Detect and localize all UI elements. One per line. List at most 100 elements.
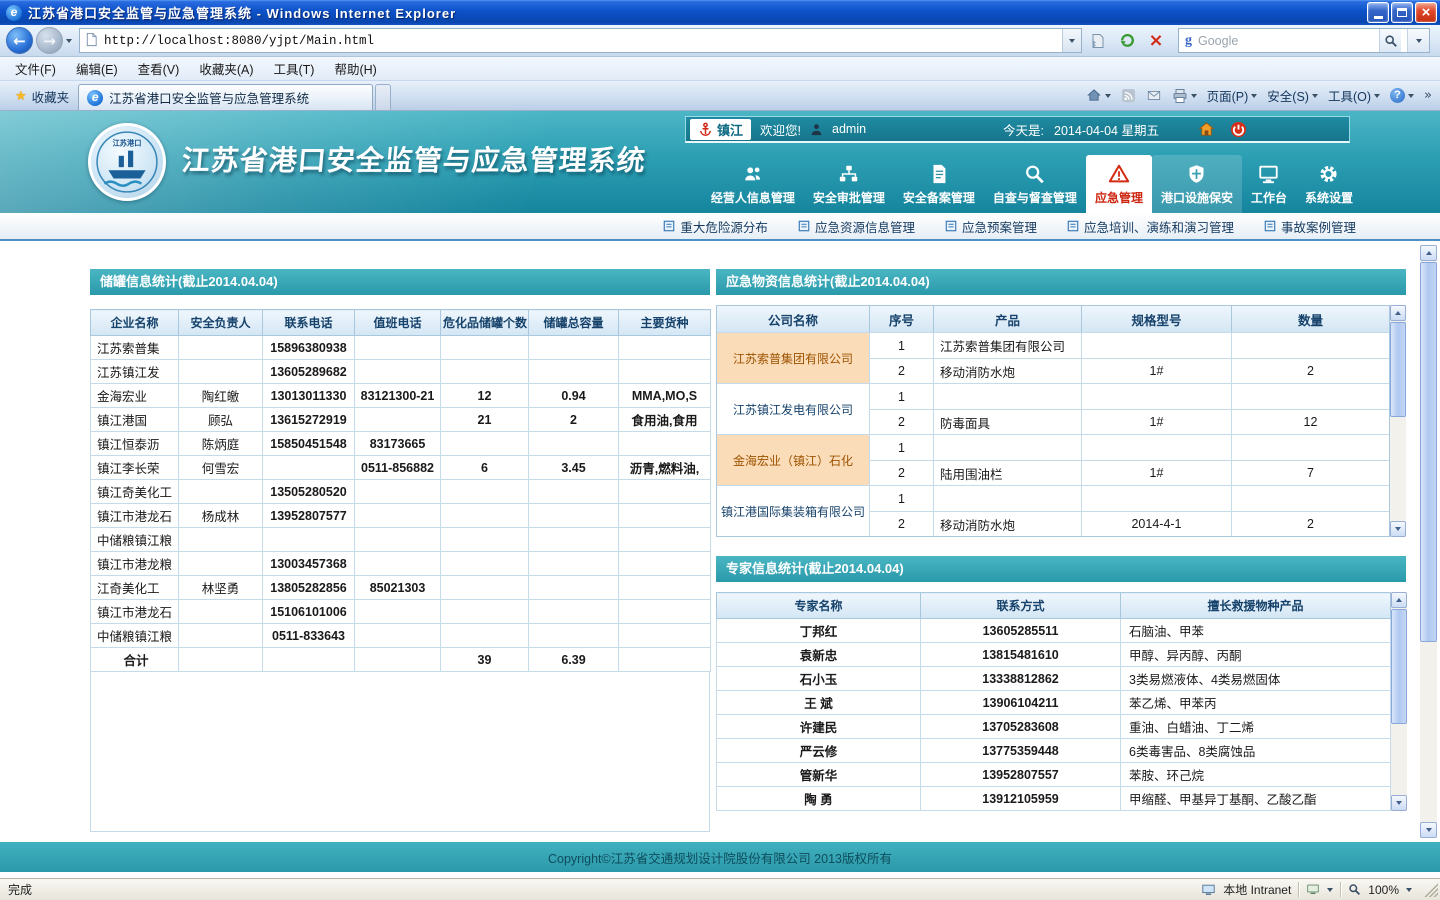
- home-icon[interactable]: [1198, 121, 1215, 138]
- cell-safety-officer: [179, 480, 263, 504]
- toolbar-overflow-button[interactable]: »: [1424, 88, 1432, 103]
- supplies-scrollbar[interactable]: [1390, 305, 1406, 537]
- cell-tank-count: [441, 528, 529, 552]
- close-button[interactable]: ×: [1415, 2, 1437, 23]
- cell-safety-officer: [179, 552, 263, 576]
- tab-active[interactable]: e 江苏省港口安全监管与应急管理系统: [78, 84, 373, 110]
- subnav-item[interactable]: 应急资源信息管理: [798, 217, 915, 236]
- favorites-button[interactable]: ★ 收藏夹: [6, 84, 78, 108]
- search-box[interactable]: g Google: [1178, 28, 1430, 53]
- feeds-button[interactable]: [1121, 88, 1136, 103]
- google-icon: g: [1185, 33, 1192, 49]
- cell-specialty: 3类易燃液体、4类易燃固体: [1121, 667, 1391, 691]
- scroll-down-arrow[interactable]: [1420, 822, 1437, 838]
- read-mail-button[interactable]: [1146, 89, 1162, 102]
- nav-item-operator-info[interactable]: 经营人信息管理: [702, 155, 804, 213]
- print-button[interactable]: [1172, 88, 1197, 104]
- nav-item-safety-record[interactable]: 安全备案管理: [894, 155, 984, 213]
- recent-pages-caret[interactable]: [66, 39, 72, 43]
- search-button[interactable]: [1379, 29, 1401, 52]
- table-row: 1: [869, 486, 1389, 511]
- cell-product: [933, 435, 1081, 460]
- page-header: 江苏港口 江苏省港口安全监管与应急管理系统 镇江 欢迎您! admin 今天是:…: [0, 111, 1440, 213]
- forward-button[interactable]: →: [36, 27, 63, 54]
- resize-grip[interactable]: [1423, 882, 1438, 897]
- experts-scrollbar[interactable]: [1391, 592, 1407, 811]
- menu-item[interactable]: 工具(T): [264, 56, 323, 81]
- scroll-up-arrow[interactable]: [1420, 245, 1437, 261]
- table-row: 中储粮镇江粮: [91, 528, 711, 552]
- user-bar: 镇江 欢迎您! admin 今天是: 2014-04-04 星期五: [685, 116, 1350, 143]
- cell-safety-officer: [179, 360, 263, 384]
- subnav-item[interactable]: 事故案例管理: [1264, 217, 1356, 236]
- maximize-button[interactable]: [1391, 2, 1413, 23]
- menu-item[interactable]: 文件(F): [6, 56, 65, 81]
- subnav-item[interactable]: 重大危险源分布: [663, 217, 768, 236]
- cell-company: 江苏索普集团有限公司: [717, 333, 869, 383]
- column-header: 公司名称: [717, 306, 869, 332]
- cell-contact: 13912105959: [921, 787, 1121, 811]
- menu-item[interactable]: 查看(V): [129, 56, 189, 81]
- table-row: 陶 勇 13912105959 甲缩醛、甲基异丁基酮、乙酸乙酯: [717, 787, 1391, 811]
- menu-item[interactable]: 帮助(H): [325, 56, 385, 81]
- home-button[interactable]: [1086, 88, 1111, 103]
- tab-bar: ★ 收藏夹 e 江苏省港口安全监管与应急管理系统 页面(P): [0, 81, 1440, 111]
- date-group: 今天是: 2014-04-04 星期五: [1003, 120, 1159, 139]
- cell-main-cargo: [619, 360, 711, 384]
- table-row: 2 防毒面具 1# 12: [869, 409, 1389, 434]
- page-scrollbar[interactable]: [1420, 245, 1437, 838]
- tools-menu-button[interactable]: 工具(O): [1328, 86, 1380, 105]
- cell-company: 镇江李长荣: [91, 456, 179, 480]
- new-tab-button[interactable]: [375, 84, 391, 110]
- compatibility-view-button[interactable]: [1085, 28, 1111, 54]
- menu-item[interactable]: 收藏夹(A): [190, 56, 262, 81]
- help-button[interactable]: ?: [1390, 88, 1414, 103]
- chevron-down-icon[interactable]: [1327, 888, 1333, 892]
- nav-item-safety-approval[interactable]: 安全审批管理: [804, 155, 894, 213]
- scroll-up-arrow[interactable]: [1390, 305, 1406, 321]
- mail-icon: [1146, 89, 1162, 102]
- page-menu-button[interactable]: 页面(P): [1207, 86, 1258, 105]
- scroll-track[interactable]: [1391, 608, 1407, 795]
- url-dropdown-button[interactable]: [1062, 29, 1081, 52]
- logout-power-icon[interactable]: [1230, 121, 1247, 138]
- subnav-item[interactable]: 应急预案管理: [945, 217, 1037, 236]
- search-dropdown-button[interactable]: [1407, 29, 1429, 52]
- back-button[interactable]: ←: [6, 27, 33, 54]
- zoom-magnifier-icon[interactable]: [1348, 883, 1361, 896]
- subnav-item-label: 应急培训、演练和演习管理: [1084, 217, 1234, 236]
- scroll-thumb[interactable]: [1391, 609, 1407, 724]
- nav-item-emergency[interactable]: 应急管理: [1086, 155, 1152, 213]
- cell-phone: 15896380938: [263, 336, 355, 360]
- column-header: 企业名称: [91, 310, 179, 336]
- scroll-down-arrow[interactable]: [1391, 795, 1407, 811]
- chevron-down-icon[interactable]: [1406, 888, 1412, 892]
- view-mode-icon[interactable]: [1306, 883, 1320, 896]
- url-field[interactable]: http://localhost:8080/yjpt/Main.html: [79, 28, 1082, 53]
- cell-company: 金海宏业（镇江）石化: [717, 435, 869, 485]
- column-header: 主要货种: [619, 310, 711, 336]
- minimize-button[interactable]: [1367, 2, 1389, 23]
- cell-phone: 15106101006: [263, 600, 355, 624]
- subnav-item[interactable]: 应急培训、演练和演习管理: [1067, 217, 1234, 236]
- scroll-down-arrow[interactable]: [1390, 521, 1406, 537]
- refresh-button[interactable]: [1114, 28, 1140, 54]
- cell-main-cargo: [619, 504, 711, 528]
- cell-main-cargo: [619, 600, 711, 624]
- scroll-track[interactable]: [1420, 261, 1437, 822]
- menu-item[interactable]: 编辑(E): [67, 56, 127, 81]
- search-input[interactable]: Google: [1198, 34, 1373, 48]
- city-selector[interactable]: 镇江: [690, 119, 751, 140]
- stop-button[interactable]: ×: [1143, 28, 1169, 54]
- cell-expert-name: 袁新忠: [717, 643, 921, 667]
- nav-item-settings[interactable]: 系统设置: [1296, 155, 1362, 213]
- scroll-up-arrow[interactable]: [1391, 592, 1407, 608]
- zoom-level[interactable]: 100%: [1368, 883, 1399, 897]
- scroll-thumb[interactable]: [1420, 262, 1437, 642]
- nav-item-port-security[interactable]: 港口设施保安: [1152, 155, 1242, 213]
- nav-item-self-inspection[interactable]: 自查与督查管理: [984, 155, 1086, 213]
- safety-menu-button[interactable]: 安全(S): [1267, 86, 1318, 105]
- nav-item-workbench[interactable]: 工作台: [1242, 155, 1296, 213]
- scroll-thumb[interactable]: [1390, 322, 1406, 417]
- scroll-track[interactable]: [1390, 321, 1406, 521]
